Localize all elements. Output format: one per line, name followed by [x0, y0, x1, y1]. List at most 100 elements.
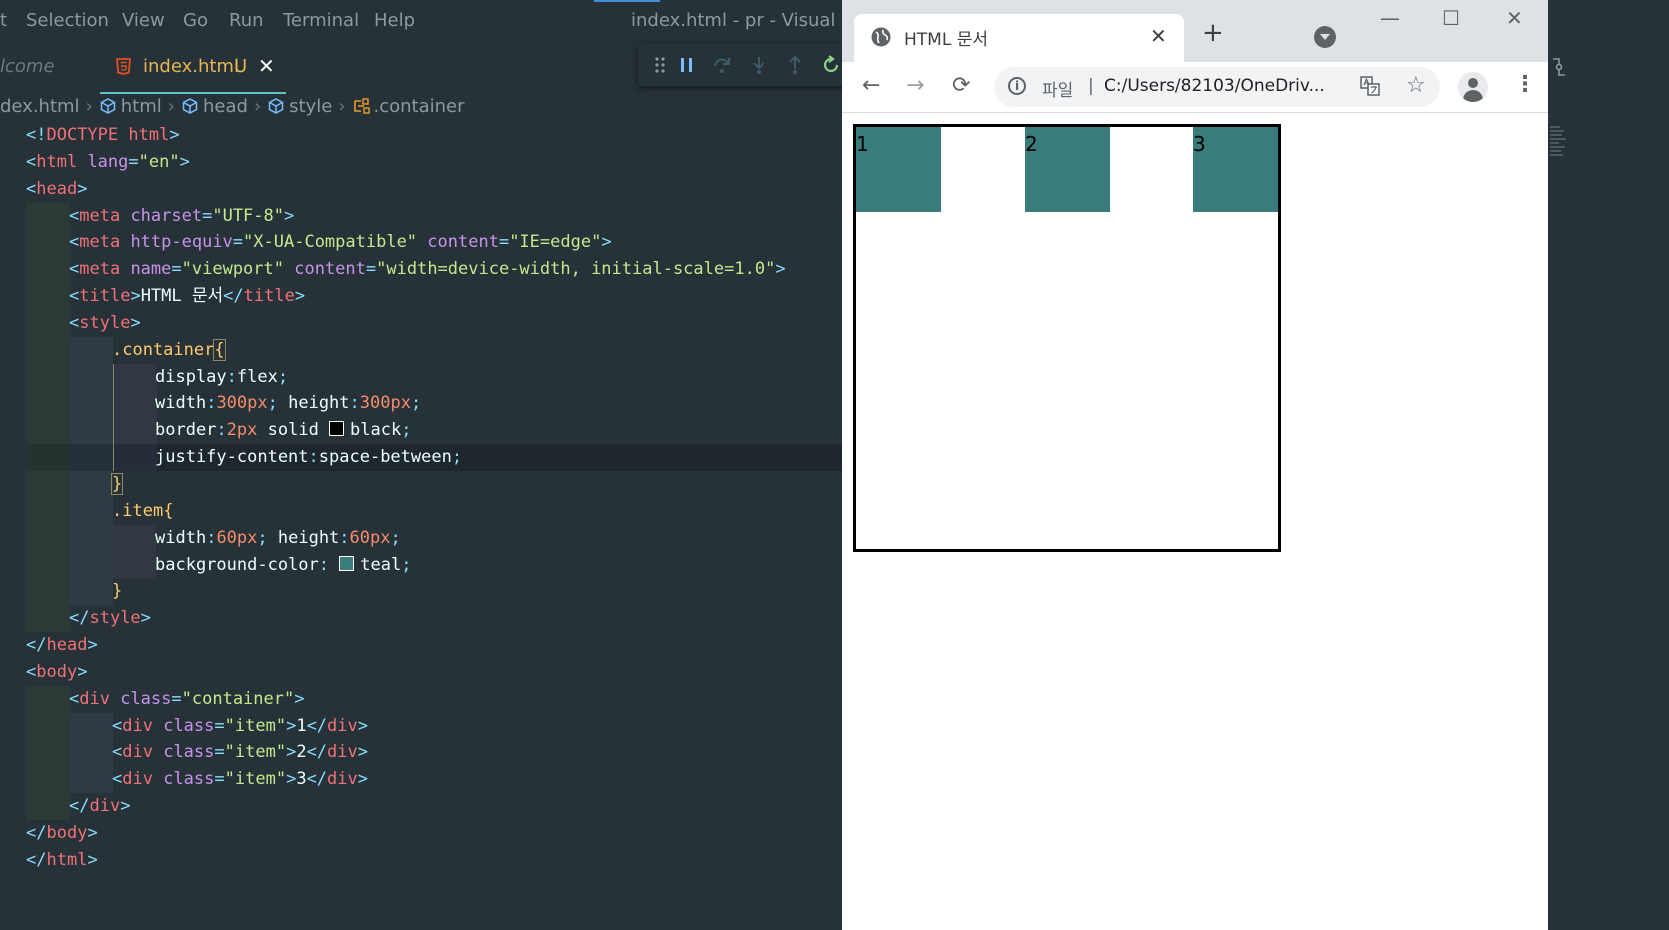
code-line: } [0, 578, 842, 606]
code-line: <div class="item">1</div> [0, 712, 842, 740]
tab-index-html[interactable]: index.html U ✕ [100, 42, 286, 94]
cube-icon [100, 98, 116, 114]
indent-guide [26, 256, 70, 284]
drag-handle-icon[interactable] [650, 54, 672, 76]
code-line: <body> [26, 661, 88, 682]
breadcrumb-head[interactable]: head [203, 96, 248, 117]
new-tab-button[interactable]: + [1202, 20, 1224, 46]
profile-avatar-icon[interactable] [1458, 72, 1488, 102]
menu-item-go[interactable]: Go [183, 10, 208, 31]
color-swatch-black[interactable] [329, 421, 345, 437]
code-line: <meta name="viewport" content="width=dev… [0, 256, 842, 284]
translate-icon[interactable] [1360, 76, 1380, 96]
close-icon[interactable]: ✕ [258, 54, 275, 78]
code-line: <style> [0, 309, 842, 337]
indent-guide [70, 363, 113, 391]
code-line: <div class="item">2</div> [0, 739, 842, 767]
breadcrumb-separator: › [167, 96, 175, 117]
indent-guide [26, 497, 70, 525]
indent-guide [26, 524, 70, 552]
indent-guide [26, 283, 70, 310]
flex-item: 2 [1025, 127, 1110, 212]
code-line: border:2px solid black; [0, 417, 842, 445]
minimize-icon[interactable]: — [1380, 6, 1400, 30]
restart-icon[interactable] [820, 54, 842, 76]
code-line: .container{ [0, 336, 842, 364]
step-out-icon[interactable] [784, 54, 806, 76]
menu-item-view[interactable]: View [122, 10, 165, 31]
indent-guide [70, 444, 113, 471]
step-over-icon[interactable] [711, 54, 733, 76]
minimap[interactable] [1550, 124, 1568, 174]
indent-guide [26, 605, 70, 633]
indent-guide [26, 551, 70, 579]
pause-icon[interactable] [676, 54, 698, 76]
indent-guide [70, 578, 113, 606]
code-line: width:300px; height:300px; [0, 390, 842, 418]
indent-guide [70, 390, 113, 418]
indent-guide [70, 766, 113, 794]
indent-guide [70, 551, 113, 579]
cube-icon [268, 98, 284, 114]
step-into-icon[interactable] [748, 54, 770, 76]
close-icon[interactable]: ✕ [1150, 24, 1167, 48]
forward-button[interactable]: → [906, 74, 924, 98]
breadcrumb-file[interactable]: dex.html [0, 96, 80, 117]
code-line: </head> [26, 635, 98, 656]
browser-tab[interactable]: HTML 문서 ✕ [854, 14, 1184, 62]
breadcrumb-html[interactable]: html [121, 96, 162, 117]
tab-search-icon[interactable] [1314, 26, 1336, 48]
indent-guide [26, 793, 70, 820]
code-line: <meta charset="UTF-8"> [0, 202, 842, 230]
indent-guide [70, 497, 113, 525]
more-menu-icon[interactable]: ⋮ [1514, 72, 1536, 97]
menu-item-selection[interactable]: Selection [26, 10, 109, 31]
indent-guide [26, 766, 70, 794]
indent-guide [26, 202, 70, 230]
indent-guide [26, 229, 70, 257]
code-line: <html lang="en"> [26, 151, 190, 172]
indent-guide [26, 417, 70, 445]
color-swatch-teal[interactable] [339, 555, 355, 571]
menu-item-run[interactable]: Run [229, 10, 264, 31]
flex-item-label: 1 [856, 132, 869, 156]
indent-guide [113, 363, 157, 391]
maximize-icon[interactable]: ☐ [1442, 6, 1460, 30]
vscode-window: t Selection View Go Run Terminal Help in… [0, 0, 842, 930]
tab-welcome[interactable]: lcome [0, 56, 55, 77]
breadcrumb-container[interactable]: .container [374, 96, 465, 117]
browser-tab-title: HTML 문서 [904, 30, 988, 50]
breadcrumb-separator: › [85, 96, 93, 117]
avatar-head [1468, 78, 1478, 88]
css-selector-icon [353, 98, 370, 114]
source-control-icon[interactable] [1550, 56, 1568, 78]
close-window-icon[interactable]: ✕ [1506, 6, 1523, 30]
indent-guide [113, 551, 156, 579]
browser-toolbar: ← → ⟳ i 파일 | C:/Users/82103/OneDriv... ☆… [842, 62, 1548, 113]
avatar-body [1463, 90, 1483, 102]
url-text[interactable]: C:/Users/82103/OneDriv... [1104, 76, 1325, 96]
menu-item-terminal[interactable]: Terminal [283, 10, 359, 31]
browser-window: HTML 문서 ✕ + — ☐ ✕ ← → ⟳ i 파일 | C:/Users/… [842, 0, 1548, 930]
address-bar[interactable]: i 파일 | C:/Users/82103/OneDriv... ☆ [994, 67, 1440, 107]
bookmark-star-icon[interactable]: ☆ [1406, 73, 1426, 98]
breadcrumb-style[interactable]: style [289, 96, 332, 117]
reload-button[interactable]: ⟳ [952, 74, 970, 98]
code-line: </style> [0, 605, 842, 633]
menu-item-truncated[interactable]: t [0, 10, 7, 31]
indent-guide [26, 578, 70, 606]
indent-guide [70, 417, 113, 445]
breadcrumb-separator: › [253, 96, 262, 117]
indent-guide [113, 444, 157, 471]
info-icon[interactable]: i [1008, 77, 1026, 95]
debug-toolbar [638, 44, 842, 86]
code-line: </html> [26, 849, 98, 870]
menu-item-help[interactable]: Help [374, 10, 415, 31]
indent-guide [113, 390, 157, 418]
code-editor[interactable]: <!DOCTYPE html> <html lang="en"> <head> … [0, 122, 842, 874]
back-button[interactable]: ← [862, 74, 880, 98]
indent-guide [26, 739, 70, 767]
scheme-label: 파일 [1042, 81, 1074, 101]
indent-guide [26, 685, 70, 713]
indent-guide [70, 712, 113, 740]
